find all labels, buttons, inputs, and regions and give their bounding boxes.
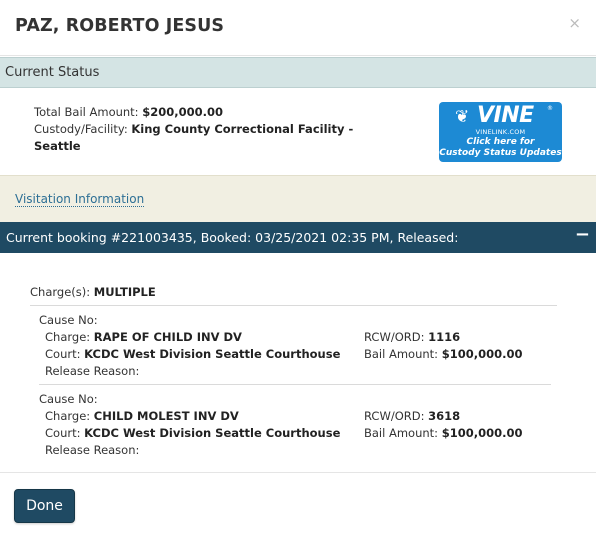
- charge-label: Charge:: [45, 330, 94, 344]
- charge-value: CHILD MOLEST INV DV: [93, 409, 239, 423]
- charges-summary: Charge(s): MULTIPLE: [30, 285, 156, 299]
- court-value: KCDC West Division Seattle Courthouse: [84, 426, 341, 440]
- custody-facility-value: King County Correctional Facility -: [131, 122, 354, 136]
- rcw-row: RCW/ORD: 3618: [364, 409, 460, 423]
- bail-amount-label: Bail Amount:: [364, 426, 442, 440]
- cause-no-row: Cause No:: [39, 313, 98, 330]
- release-reason-row: Release Reason:: [45, 364, 139, 381]
- collapse-icon[interactable]: −: [575, 224, 590, 245]
- charge-row: Charge: RAPE OF CHILD INV DV: [45, 330, 242, 347]
- current-booking-label: Current booking #221003435, Booked: 03/2…: [6, 230, 459, 245]
- total-bail-row: Total Bail Amount: $200,000.00: [34, 104, 354, 121]
- rcw-value: 1116: [428, 330, 461, 344]
- charges-label: Charge(s):: [30, 285, 94, 299]
- current-booking-header[interactable]: Current booking #221003435, Booked: 03/2…: [0, 222, 596, 253]
- vine-custody-updates-button[interactable]: ❦ VINE ® VINELINK.COM Click here for Cus…: [439, 102, 562, 162]
- custody-facility-value-continued: Seattle: [34, 139, 81, 153]
- charge-label: Charge:: [45, 409, 94, 423]
- current-status-label: Current Status: [5, 65, 100, 80]
- modal-header: PAZ, ROBERTO JESUS ×: [0, 0, 596, 56]
- release-reason-row: Release Reason:: [45, 443, 139, 460]
- release-reason-label: Release Reason:: [45, 443, 140, 457]
- charge-value: RAPE OF CHILD INV DV: [93, 330, 242, 344]
- rcw-label: RCW/ORD:: [364, 330, 429, 344]
- vine-wordmark: VINE: [477, 103, 534, 128]
- charges-divider: [30, 305, 557, 306]
- custody-facility-row: Custody/Facility: King County Correction…: [34, 121, 354, 138]
- rcw-label: RCW/ORD:: [364, 409, 429, 423]
- bail-amount-label: Bail Amount:: [364, 347, 442, 361]
- custody-facility-row-continued: Seattle: [34, 138, 354, 155]
- court-row: Court: KCDC West Division Seattle Courth…: [45, 426, 340, 443]
- charge-item: Cause No: Charge: RAPE OF CHILD INV DV C…: [39, 313, 559, 381]
- sprout-icon: ❦: [455, 107, 470, 127]
- inmate-name-title: PAZ, ROBERTO JESUS: [15, 16, 225, 36]
- cause-no-label: Cause No:: [39, 313, 98, 327]
- bail-amount-row: Bail Amount: $100,000.00: [364, 426, 522, 440]
- charge-item: Cause No: Charge: CHILD MOLEST INV DV Co…: [39, 392, 559, 460]
- court-row: Court: KCDC West Division Seattle Courth…: [45, 347, 340, 364]
- bail-amount-row: Bail Amount: $100,000.00: [364, 347, 522, 361]
- vine-logo: ❦ VINE ®: [439, 103, 562, 128]
- release-reason-label: Release Reason:: [45, 364, 140, 378]
- registered-mark: ®: [547, 105, 553, 112]
- court-label: Court:: [45, 426, 85, 440]
- custody-facility-label: Custody/Facility:: [34, 122, 132, 136]
- current-status-header: Current Status: [0, 57, 596, 88]
- status-summary: Total Bail Amount: $200,000.00 Custody/F…: [34, 104, 354, 155]
- vine-click-text-2: Custody Status Updates: [439, 148, 562, 158]
- charges-value: MULTIPLE: [93, 285, 156, 299]
- visitation-panel: Visitation Information: [0, 175, 596, 222]
- total-bail-label: Total Bail Amount:: [34, 105, 143, 119]
- charge-row: Charge: CHILD MOLEST INV DV: [45, 409, 239, 426]
- court-label: Court:: [45, 347, 85, 361]
- done-button[interactable]: Done: [14, 489, 75, 523]
- bail-amount-value: $100,000.00: [441, 426, 523, 440]
- total-bail-value: $200,000.00: [142, 105, 223, 119]
- cause-no-row: Cause No:: [39, 392, 98, 409]
- rcw-row: RCW/ORD: 1116: [364, 330, 460, 344]
- visitation-information-link[interactable]: Visitation Information: [15, 192, 145, 207]
- court-value: KCDC West Division Seattle Courthouse: [84, 347, 341, 361]
- footer-divider: [0, 472, 596, 473]
- booking-detail-modal: PAZ, ROBERTO JESUS × Current Status Tota…: [0, 0, 596, 536]
- charge-divider: [39, 384, 551, 385]
- close-icon[interactable]: ×: [568, 14, 581, 32]
- cause-no-label: Cause No:: [39, 392, 98, 406]
- vine-site-text: VINELINK.COM: [475, 128, 526, 136]
- bail-amount-value: $100,000.00: [441, 347, 523, 361]
- vine-click-text-1: Click here for: [466, 137, 535, 147]
- rcw-value: 3618: [428, 409, 461, 423]
